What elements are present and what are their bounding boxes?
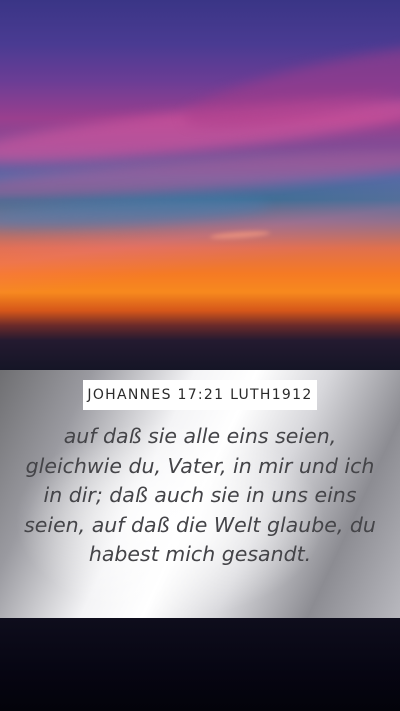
verse-card: JOHANNES 17:21 LUTH1912 auf daß sie alle…	[0, 370, 400, 618]
sunset-sky-photo	[0, 0, 400, 370]
cloud-streak	[0, 192, 271, 234]
verse-reference: JOHANNES 17:21 LUTH1912	[83, 380, 317, 410]
dark-horizon-band	[0, 618, 400, 711]
verse-text: auf daß sie alle eins seien, gleichwie d…	[24, 424, 376, 566]
bible-verse-wallpaper: JOHANNES 17:21 LUTH1912 auf daß sie alle…	[0, 0, 400, 711]
cloud-streak	[209, 229, 271, 241]
